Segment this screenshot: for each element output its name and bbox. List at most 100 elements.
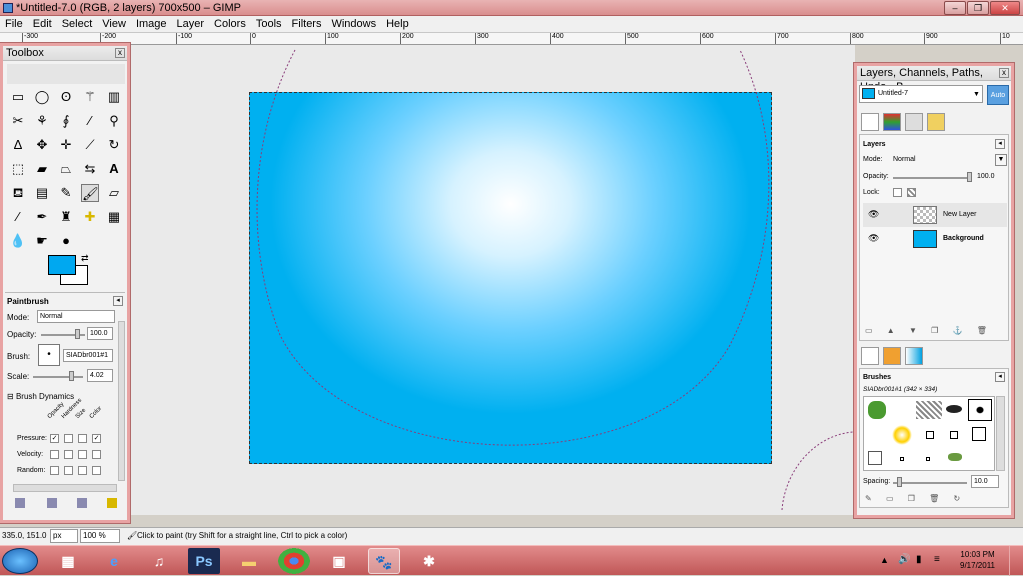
pressure-color-checkbox[interactable]: ✓ bbox=[92, 434, 101, 443]
spacing-input[interactable]: 10.0 bbox=[971, 475, 999, 488]
splatter-brush-icon[interactable] bbox=[946, 405, 962, 413]
texture-brush-icon[interactable] bbox=[916, 401, 942, 419]
lock-alpha-checkbox[interactable] bbox=[907, 188, 916, 197]
ellipse-select-icon[interactable]: ◯ bbox=[33, 88, 51, 106]
raise-layer-icon[interactable]: ▲ bbox=[887, 326, 895, 335]
opacity-input[interactable]: 100.0 bbox=[87, 327, 113, 340]
delete-brush-icon[interactable]: 🗑 bbox=[929, 494, 939, 503]
layers-mode-select[interactable]: Normal bbox=[893, 156, 916, 163]
brushes-scrollbar[interactable] bbox=[996, 396, 1005, 471]
photoshop-task-icon[interactable]: Ps bbox=[188, 548, 220, 574]
itunes-task-icon[interactable]: ♫ bbox=[143, 548, 175, 574]
toolbox-close-icon[interactable]: x bbox=[115, 48, 125, 58]
align-icon[interactable]: ✛ bbox=[57, 136, 75, 154]
velocity-color-checkbox[interactable] bbox=[92, 450, 101, 459]
ie-task-icon[interactable]: e bbox=[98, 548, 130, 574]
lock-pixels-checkbox[interactable] bbox=[893, 188, 902, 197]
random-hardness-checkbox[interactable] bbox=[64, 466, 73, 475]
scale-input[interactable]: 4.02 bbox=[87, 369, 113, 382]
layers-opacity-knob[interactable] bbox=[967, 172, 972, 182]
menu-windows[interactable]: Windows bbox=[326, 16, 381, 32]
bucket-fill-icon[interactable]: ⛾ bbox=[9, 184, 27, 202]
foreground-select-icon[interactable]: ⚘ bbox=[33, 112, 51, 130]
paint-task-icon[interactable]: ▣ bbox=[323, 548, 355, 574]
menu-select[interactable]: Select bbox=[57, 16, 98, 32]
misc-task-icon[interactable]: ✱ bbox=[413, 548, 445, 574]
selected-brush-icon[interactable] bbox=[968, 399, 992, 421]
square-brush-icon[interactable] bbox=[950, 431, 958, 439]
visibility-eye-icon[interactable]: 👁 bbox=[868, 233, 879, 244]
new-layer-icon[interactable]: ▭ bbox=[865, 326, 873, 335]
menu-layer[interactable]: Layer bbox=[172, 16, 210, 32]
layers-opacity-value[interactable]: 100.0 bbox=[977, 173, 995, 180]
blend-icon[interactable]: ▤ bbox=[33, 184, 51, 202]
tool-options-scrollbar[interactable] bbox=[118, 321, 125, 481]
brush-dynamics-expander[interactable]: ⊟ Brush Dynamics bbox=[7, 392, 74, 401]
layer-row-background[interactable]: 👁 Background bbox=[863, 227, 1007, 251]
unit-select[interactable]: px bbox=[50, 529, 78, 543]
menu-tools[interactable]: Tools bbox=[251, 16, 287, 32]
menu-image[interactable]: Image bbox=[131, 16, 172, 32]
new-brush-icon[interactable]: ▭ bbox=[886, 494, 894, 503]
move-icon[interactable]: ✥ bbox=[33, 136, 51, 154]
paintbrush-icon[interactable]: 🖌 bbox=[81, 184, 99, 202]
tool-options-hscrollbar[interactable] bbox=[13, 484, 117, 492]
paths-icon[interactable]: ∮ bbox=[57, 112, 75, 130]
brush-name[interactable]: SIADbr001#1 bbox=[63, 349, 113, 362]
paths-tab-icon[interactable] bbox=[905, 113, 923, 131]
rotate-icon[interactable]: ↻ bbox=[105, 136, 123, 154]
smudge-icon[interactable]: ☛ bbox=[33, 232, 51, 250]
text-icon[interactable]: A bbox=[105, 160, 123, 178]
gradients-tab-icon[interactable] bbox=[905, 347, 923, 365]
mode-select[interactable]: Normal bbox=[37, 310, 115, 323]
opacity-slider-knob[interactable] bbox=[75, 329, 80, 339]
perspective-icon[interactable]: ⏢ bbox=[57, 160, 75, 178]
tool-options-menu-icon[interactable]: ◂ bbox=[113, 296, 123, 306]
gimp-task-icon[interactable]: 🐾 bbox=[368, 548, 400, 574]
menu-filters[interactable]: Filters bbox=[287, 16, 327, 32]
save-options-icon[interactable] bbox=[15, 498, 25, 508]
visibility-eye-icon[interactable]: 👁 bbox=[868, 209, 879, 220]
rect-select-icon[interactable]: ▭ bbox=[9, 88, 27, 106]
scale-icon[interactable]: ⬚ bbox=[9, 160, 27, 178]
pepper-brush-icon[interactable] bbox=[868, 401, 886, 419]
heal-icon[interactable]: ✚ bbox=[81, 208, 99, 226]
patterns-tab-icon[interactable] bbox=[883, 347, 901, 365]
random-opacity-checkbox[interactable] bbox=[50, 466, 59, 475]
velocity-opacity-checkbox[interactable] bbox=[50, 450, 59, 459]
menu-view[interactable]: View bbox=[97, 16, 131, 32]
scissors-icon[interactable]: ✂ bbox=[9, 112, 27, 130]
restore-options-icon[interactable] bbox=[47, 498, 57, 508]
layer-row-new-layer[interactable]: 👁 New Layer bbox=[863, 203, 1007, 227]
measure-icon[interactable]: ∆ bbox=[9, 136, 27, 154]
shear-icon[interactable]: ▰ bbox=[33, 160, 51, 178]
wilber-drop-area[interactable] bbox=[7, 64, 125, 84]
ink-icon[interactable]: ✒ bbox=[33, 208, 51, 226]
undo-tab-icon[interactable] bbox=[927, 113, 945, 131]
layers-mode-dropdown-icon[interactable]: ▼ bbox=[995, 154, 1007, 166]
scale-slider[interactable] bbox=[33, 376, 83, 378]
reset-options-icon[interactable] bbox=[107, 498, 117, 508]
signal-icon[interactable]: ≡ bbox=[934, 554, 940, 565]
dodge-burn-icon[interactable]: ● bbox=[57, 232, 75, 250]
free-select-icon[interactable]: ʘ bbox=[57, 88, 75, 106]
foreground-color-swatch[interactable] bbox=[48, 255, 76, 275]
vine-brush-icon[interactable] bbox=[948, 453, 962, 461]
layers-opacity-slider[interactable] bbox=[893, 177, 969, 179]
brush-preview[interactable]: • bbox=[38, 344, 60, 366]
lower-layer-icon[interactable]: ▼ bbox=[909, 326, 917, 335]
square-brush-large-icon[interactable] bbox=[972, 427, 986, 441]
random-color-checkbox[interactable] bbox=[92, 466, 101, 475]
fuzzy-select-icon[interactable]: ⚚ bbox=[81, 88, 99, 106]
zoom-icon[interactable]: ⚲ bbox=[105, 112, 123, 130]
menu-colors[interactable]: Colors bbox=[209, 16, 251, 32]
blur-icon[interactable]: 💧 bbox=[9, 232, 27, 250]
maximize-button[interactable]: ❐ bbox=[967, 1, 989, 15]
square-brush-small-icon[interactable] bbox=[926, 431, 934, 439]
layers-menu-icon[interactable]: ◂ bbox=[995, 139, 1005, 149]
chrome-task-icon[interactable] bbox=[278, 548, 310, 574]
zoom-select[interactable]: 100 % bbox=[80, 529, 120, 543]
color-select-icon[interactable]: ▥ bbox=[105, 88, 123, 106]
spacing-slider[interactable] bbox=[893, 482, 967, 484]
eraser-icon[interactable]: ▱ bbox=[105, 184, 123, 202]
